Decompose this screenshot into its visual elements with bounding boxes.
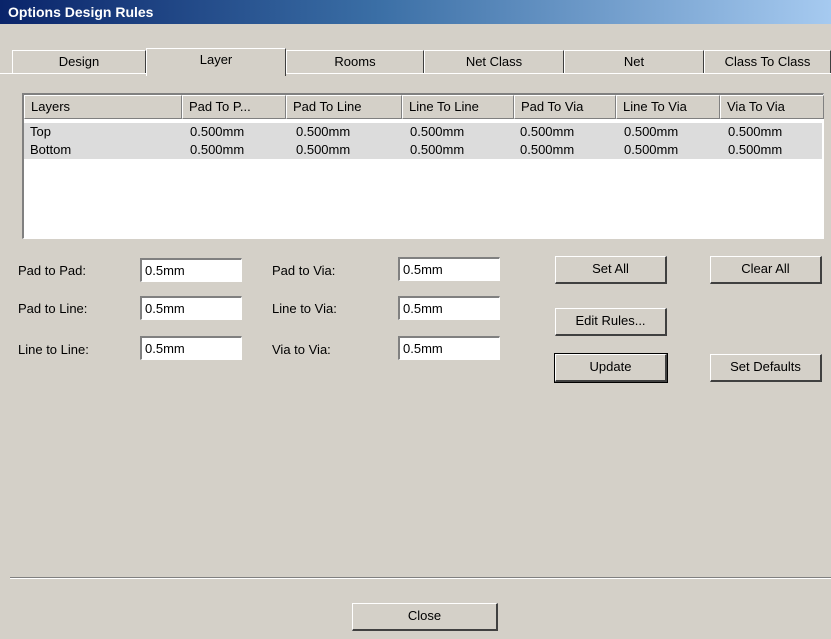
tab-rooms[interactable]: Rooms (286, 50, 424, 74)
via-to-via-label: Via to Via: (272, 342, 331, 357)
tab-label: Rooms (334, 54, 376, 69)
table-cell: 0.500mm (728, 142, 783, 157)
line-to-via-label: Line to Via: (272, 301, 337, 316)
line-to-line-field[interactable] (140, 336, 242, 360)
column-header-pad-to-via[interactable]: Pad To Via (514, 95, 616, 119)
set-defaults-button[interactable]: Set Defaults (710, 354, 822, 382)
pad-to-pad-field[interactable] (140, 258, 242, 282)
column-header-line-to-line[interactable]: Line To Line (402, 95, 514, 119)
tab-strip: Design Layer Rooms Net Class Net Class T… (0, 24, 831, 76)
pad-to-line-label: Pad to Line: (18, 301, 88, 316)
table-cell: 0.500mm (190, 124, 245, 139)
table-cell: 0.500mm (296, 124, 351, 139)
tab-net-class[interactable]: Net Class (424, 50, 564, 74)
table-cell: Bottom (30, 142, 72, 157)
table-cell: 0.500mm (190, 142, 245, 157)
pad-to-via-label: Pad to Via: (272, 263, 336, 278)
close-button[interactable]: Close (352, 603, 498, 631)
tab-net[interactable]: Net (564, 50, 704, 74)
table-cell: 0.500mm (520, 142, 575, 157)
tab-layer[interactable]: Layer (146, 48, 286, 76)
table-header: Layers Pad To P... Pad To Line Line To L… (24, 95, 824, 119)
table-cell: 0.500mm (624, 142, 679, 157)
edit-rules-button[interactable]: Edit Rules... (555, 308, 667, 336)
column-header-via-to-via[interactable]: Via To Via (720, 95, 824, 119)
tab-label: Class To Class (724, 54, 811, 69)
table-cell: 0.500mm (410, 124, 465, 139)
window-title: Options Design Rules (8, 4, 154, 20)
tab-class-to-class[interactable]: Class To Class (704, 50, 831, 74)
via-to-via-field[interactable] (398, 336, 500, 360)
pad-to-pad-label: Pad to Pad: (18, 263, 86, 278)
table-row[interactable]: Bottom 0.500mm 0.500mm 0.500mm 0.500mm 0… (24, 141, 822, 159)
table-cell: 0.500mm (728, 124, 783, 139)
column-header-pad-to-line[interactable]: Pad To Line (286, 95, 402, 119)
tab-design[interactable]: Design (12, 50, 146, 74)
line-to-line-label: Line to Line: (18, 342, 89, 357)
clear-all-button[interactable]: Clear All (710, 256, 822, 284)
pad-to-via-field[interactable] (398, 257, 500, 281)
table-row[interactable]: Top 0.500mm 0.500mm 0.500mm 0.500mm 0.50… (24, 123, 822, 141)
table-cell: 0.500mm (296, 142, 351, 157)
column-header-pad-to-pad[interactable]: Pad To P... (182, 95, 286, 119)
tab-label: Layer (199, 52, 233, 67)
tab-divider (0, 73, 831, 74)
tab-label: Net (623, 54, 645, 69)
tab-label: Design (58, 54, 100, 69)
column-header-line-to-via[interactable]: Line To Via (616, 95, 720, 119)
layer-rules-table[interactable]: Layers Pad To P... Pad To Line Line To L… (22, 93, 824, 239)
title-bar: Options Design Rules (0, 0, 831, 24)
pad-to-line-field[interactable] (140, 296, 242, 320)
tab-label: Net Class (465, 54, 523, 69)
table-cell: 0.500mm (410, 142, 465, 157)
update-button[interactable]: Update (554, 353, 668, 383)
table-cell: Top (30, 124, 51, 139)
line-to-via-field[interactable] (398, 296, 500, 320)
column-header-layers[interactable]: Layers (24, 95, 182, 119)
bottom-separator (10, 577, 831, 579)
set-all-button[interactable]: Set All (555, 256, 667, 284)
table-cell: 0.500mm (624, 124, 679, 139)
table-cell: 0.500mm (520, 124, 575, 139)
